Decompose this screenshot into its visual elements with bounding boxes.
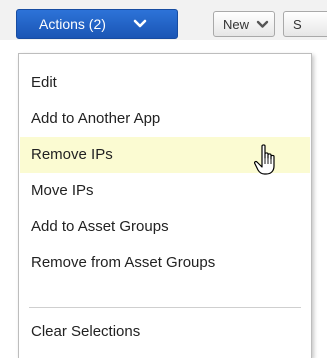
menu-item-edit[interactable]: Edit [20,65,310,101]
hand-pointer-icon [254,144,280,183]
menu-separator [29,307,301,308]
chevron-down-icon [133,19,147,29]
actions-dropdown-button[interactable]: Actions (2) [16,9,178,39]
new-button-label: New [223,16,250,32]
chevron-down-icon [256,20,269,29]
actions-button-label: Actions (2) [39,16,106,32]
menu-item-clear-selections[interactable]: Clear Selections [20,314,310,350]
actions-dropdown-menu: Edit Add to Another App Remove IPs Move … [18,53,312,358]
clipped-button-label: S [293,16,302,32]
clipped-toolbar-button[interactable]: S [283,11,327,37]
menu-item-add-to-another-app[interactable]: Add to Another App [20,101,310,137]
new-dropdown-button[interactable]: New [213,11,275,37]
menu-item-add-to-asset-groups[interactable]: Add to Asset Groups [20,209,310,245]
toolbar: Actions (2) New S [0,0,327,40]
menu-item-remove-from-asset-groups[interactable]: Remove from Asset Groups [20,245,310,281]
